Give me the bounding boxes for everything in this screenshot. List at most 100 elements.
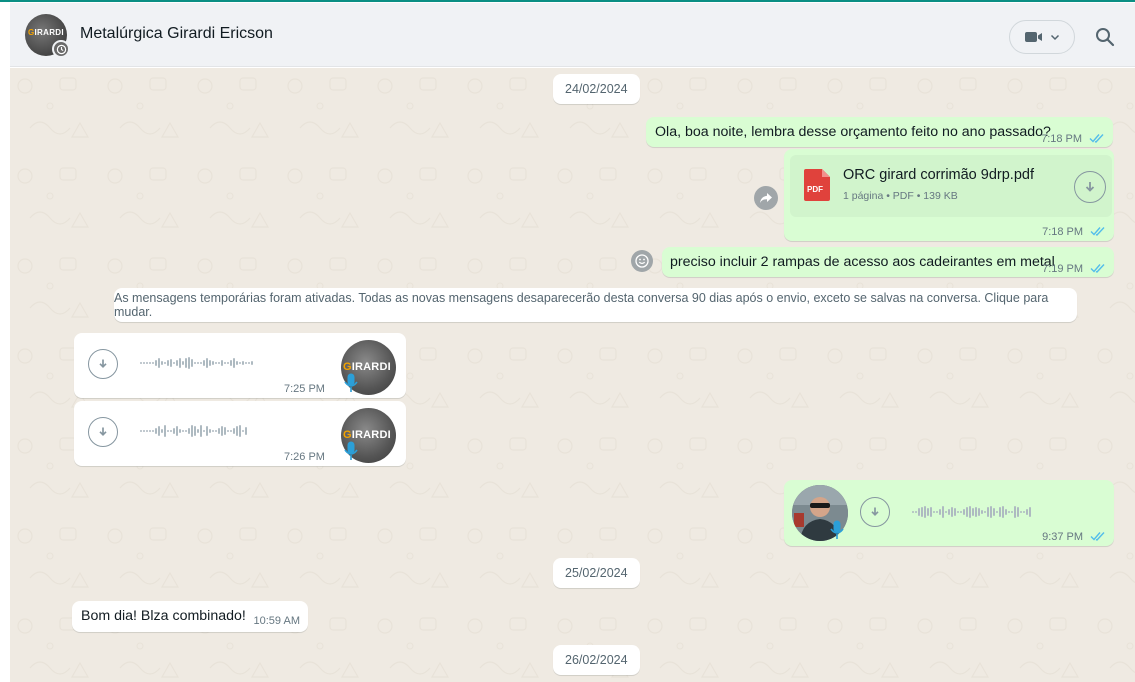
waveform-bar	[957, 511, 959, 513]
smiley-icon	[635, 254, 649, 268]
download-button[interactable]	[88, 417, 118, 447]
waveform-bar	[179, 358, 181, 368]
waveform-bar	[233, 358, 235, 368]
waveform-bar	[918, 508, 920, 516]
waveform-bar	[212, 430, 214, 432]
waveform-bar	[218, 362, 220, 364]
incoming-voice-message[interactable]: 7:25 PM GIRARDI	[74, 333, 406, 398]
waveform-bar	[158, 358, 160, 368]
incoming-voice-message[interactable]: 7:26 PM GIRARDI	[74, 401, 406, 466]
message-list[interactable]: 24/02/2024 Ola, boa noite, lembra desse …	[10, 68, 1135, 682]
waveform-bar	[164, 425, 166, 437]
download-icon	[99, 359, 107, 369]
waveform-bar	[942, 506, 944, 518]
waveform-bar	[978, 508, 980, 516]
waveform-bar	[143, 362, 145, 364]
date-separator: 26/02/2024	[553, 645, 640, 675]
file-meta: 1 página • PDF • 139 KB	[843, 190, 958, 202]
outgoing-message[interactable]: Ola, boa noite, lembra desse orçamento f…	[646, 117, 1113, 147]
waveform-bar	[149, 362, 151, 364]
waveform-bar	[233, 428, 235, 434]
waveform-bar	[930, 507, 932, 517]
waveform-bar	[218, 428, 220, 434]
avatar-logo-text: GIRARDI	[28, 28, 64, 37]
waveform-bar	[185, 430, 187, 432]
waveform-bar	[221, 360, 223, 366]
waveform-bar	[915, 511, 917, 513]
forward-button[interactable]	[754, 186, 778, 210]
react-emoji-button[interactable]	[631, 250, 653, 272]
waveform-bar	[206, 358, 208, 368]
chat-header[interactable]: GIRARDI Metalúrgica Girardi Ericson	[10, 3, 1135, 67]
waveform-bar	[212, 361, 214, 365]
waveform-bar	[981, 510, 983, 514]
message-time: 7:19 PM	[1042, 263, 1084, 275]
waveform-bar	[158, 426, 160, 436]
outgoing-voice-message[interactable]: 9:37 PM	[784, 480, 1114, 546]
waveform-bar	[972, 508, 974, 516]
waveform-bar	[1029, 507, 1031, 517]
outgoing-message[interactable]: preciso incluir 2 rampas de acesso aos c…	[662, 247, 1114, 277]
waveform-bar	[194, 362, 196, 364]
waveform-bar	[167, 360, 169, 366]
waveform-bar	[236, 361, 238, 365]
read-ticks-icon	[1090, 227, 1105, 237]
microphone-icon	[344, 373, 358, 392]
waveform-bar	[200, 425, 202, 437]
microphone-icon	[344, 441, 358, 460]
waveform-bar	[161, 361, 163, 365]
waveform-bar	[239, 425, 241, 437]
download-button[interactable]	[88, 349, 118, 379]
waveform-bar	[960, 511, 962, 513]
waveform-bar	[966, 507, 968, 517]
message-meta: 9:37 PM	[1042, 528, 1106, 544]
waveform-bar	[921, 507, 923, 517]
video-call-button[interactable]	[1009, 20, 1075, 54]
download-button[interactable]	[860, 497, 890, 527]
contact-avatar[interactable]: GIRARDI	[25, 14, 70, 58]
waveform-bar	[933, 511, 935, 513]
waveform-bar	[945, 511, 947, 513]
download-icon	[1085, 182, 1095, 192]
timer-icon	[52, 40, 70, 58]
incoming-message[interactable]: Bom dia! Blza combinado! 10:59 AM	[72, 601, 308, 632]
audio-waveform[interactable]	[140, 421, 247, 441]
waveform-bar	[990, 506, 992, 518]
waveform-bar	[146, 430, 148, 432]
waveform-bar	[182, 430, 184, 432]
message-time: 7:26 PM	[284, 451, 325, 463]
waveform-bar	[963, 509, 965, 515]
waveform-bar	[188, 357, 190, 369]
document-card[interactable]: PDF ORC girard corrimão 9drp.pdf 1 págin…	[790, 155, 1112, 217]
avatar-logo-text: GIRARDI	[343, 361, 391, 373]
waveform-bar	[182, 361, 184, 365]
waveform-bar	[224, 362, 226, 364]
waveform-bar	[969, 506, 971, 518]
audio-waveform[interactable]	[140, 353, 253, 373]
disappearing-messages-notice[interactable]: As mensagens temporárias foram ativadas.…	[114, 288, 1077, 322]
waveform-bar	[230, 430, 232, 432]
audio-waveform[interactable]	[912, 502, 1031, 522]
search-button[interactable]	[1093, 25, 1117, 49]
waveform-bar	[996, 511, 998, 513]
chevron-down-icon	[1050, 34, 1060, 41]
download-icon	[99, 427, 107, 437]
waveform-bar	[209, 429, 211, 433]
waveform-bar	[1026, 509, 1028, 515]
outgoing-document-message[interactable]: PDF ORC girard corrimão 9drp.pdf 1 págin…	[784, 149, 1114, 241]
waveform-bar	[239, 362, 241, 364]
waveform-bar	[176, 426, 178, 436]
waveform-bar	[236, 426, 238, 436]
waveform-bar	[242, 430, 244, 432]
avatar-logo-text: GIRARDI	[343, 429, 391, 441]
waveform-bar	[227, 430, 229, 432]
message-time: 10:59 AM	[253, 615, 300, 627]
waveform-bar	[173, 428, 175, 434]
waveform-bar	[197, 429, 199, 433]
contact-name[interactable]: Metalúrgica Girardi Ericson	[80, 25, 273, 43]
waveform-bar	[164, 362, 166, 364]
waveform-bar	[167, 430, 169, 432]
waveform-bar	[936, 511, 938, 513]
waveform-bar	[200, 362, 202, 364]
download-button[interactable]	[1074, 171, 1106, 203]
